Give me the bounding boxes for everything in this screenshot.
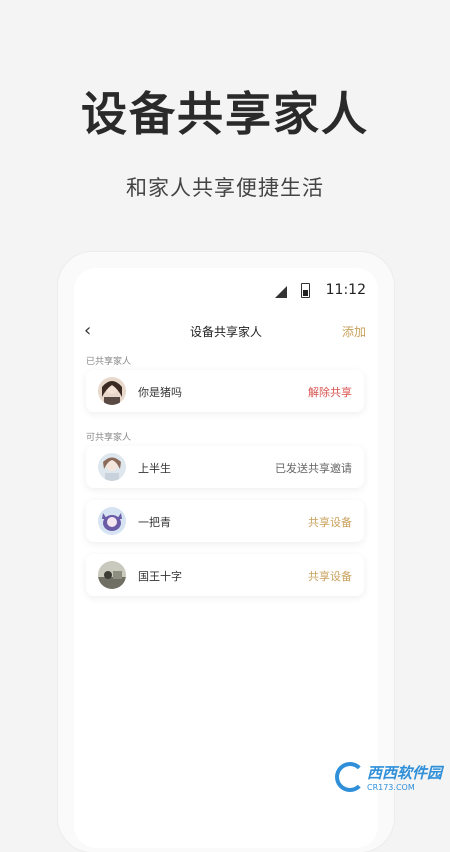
unshare-button[interactable]: 解除共享 [308,384,352,400]
avatar [98,377,126,405]
share-device-button[interactable]: 共享设备 [308,568,352,584]
shared-member-card[interactable]: 你是猪吗 解除共享 [86,370,364,412]
available-member-card[interactable]: 国王十字 共享设备 [86,554,364,596]
status-time: 11:12 [325,282,366,298]
nav-bar: ‹ 设备共享家人 添加 [74,320,378,344]
hero-subtitle: 和家人共享便捷生活 [126,176,324,200]
signal-icon [274,286,287,298]
watermark-domain: CR173.COM [366,783,415,792]
member-name: 国王十字 [138,570,182,583]
member-name: 一把青 [138,516,171,529]
phone-screen: 11:12 ‹ 设备共享家人 添加 已共享家人 你是猪吗 解除共享 可共享家人 [74,268,378,848]
watermark-brand: 西西软件园 [366,764,442,782]
invite-sent-status: 已发送共享邀请 [275,462,352,475]
shared-section-label: 已共享家人 [86,357,132,367]
avatar [98,561,126,589]
add-button[interactable]: 添加 [342,323,366,340]
avatar [98,507,126,535]
share-device-button[interactable]: 共享设备 [308,514,352,530]
available-member-card[interactable]: 一把青 共享设备 [86,500,364,542]
member-name: 上半生 [138,462,171,475]
member-name: 你是猪吗 [138,386,182,399]
hero-title: 设备共享家人 [81,87,369,141]
watermark-logo: 西西软件园 CR173.COM [334,762,442,792]
status-bar: 11:12 [274,282,366,298]
watermark-c-icon [334,762,365,792]
battery-icon [300,282,310,298]
page-title: 设备共享家人 [189,325,262,339]
available-member-card[interactable]: 上半生 已发送共享邀请 [86,446,364,488]
avatar [98,453,126,481]
available-section-label: 可共享家人 [86,433,132,443]
